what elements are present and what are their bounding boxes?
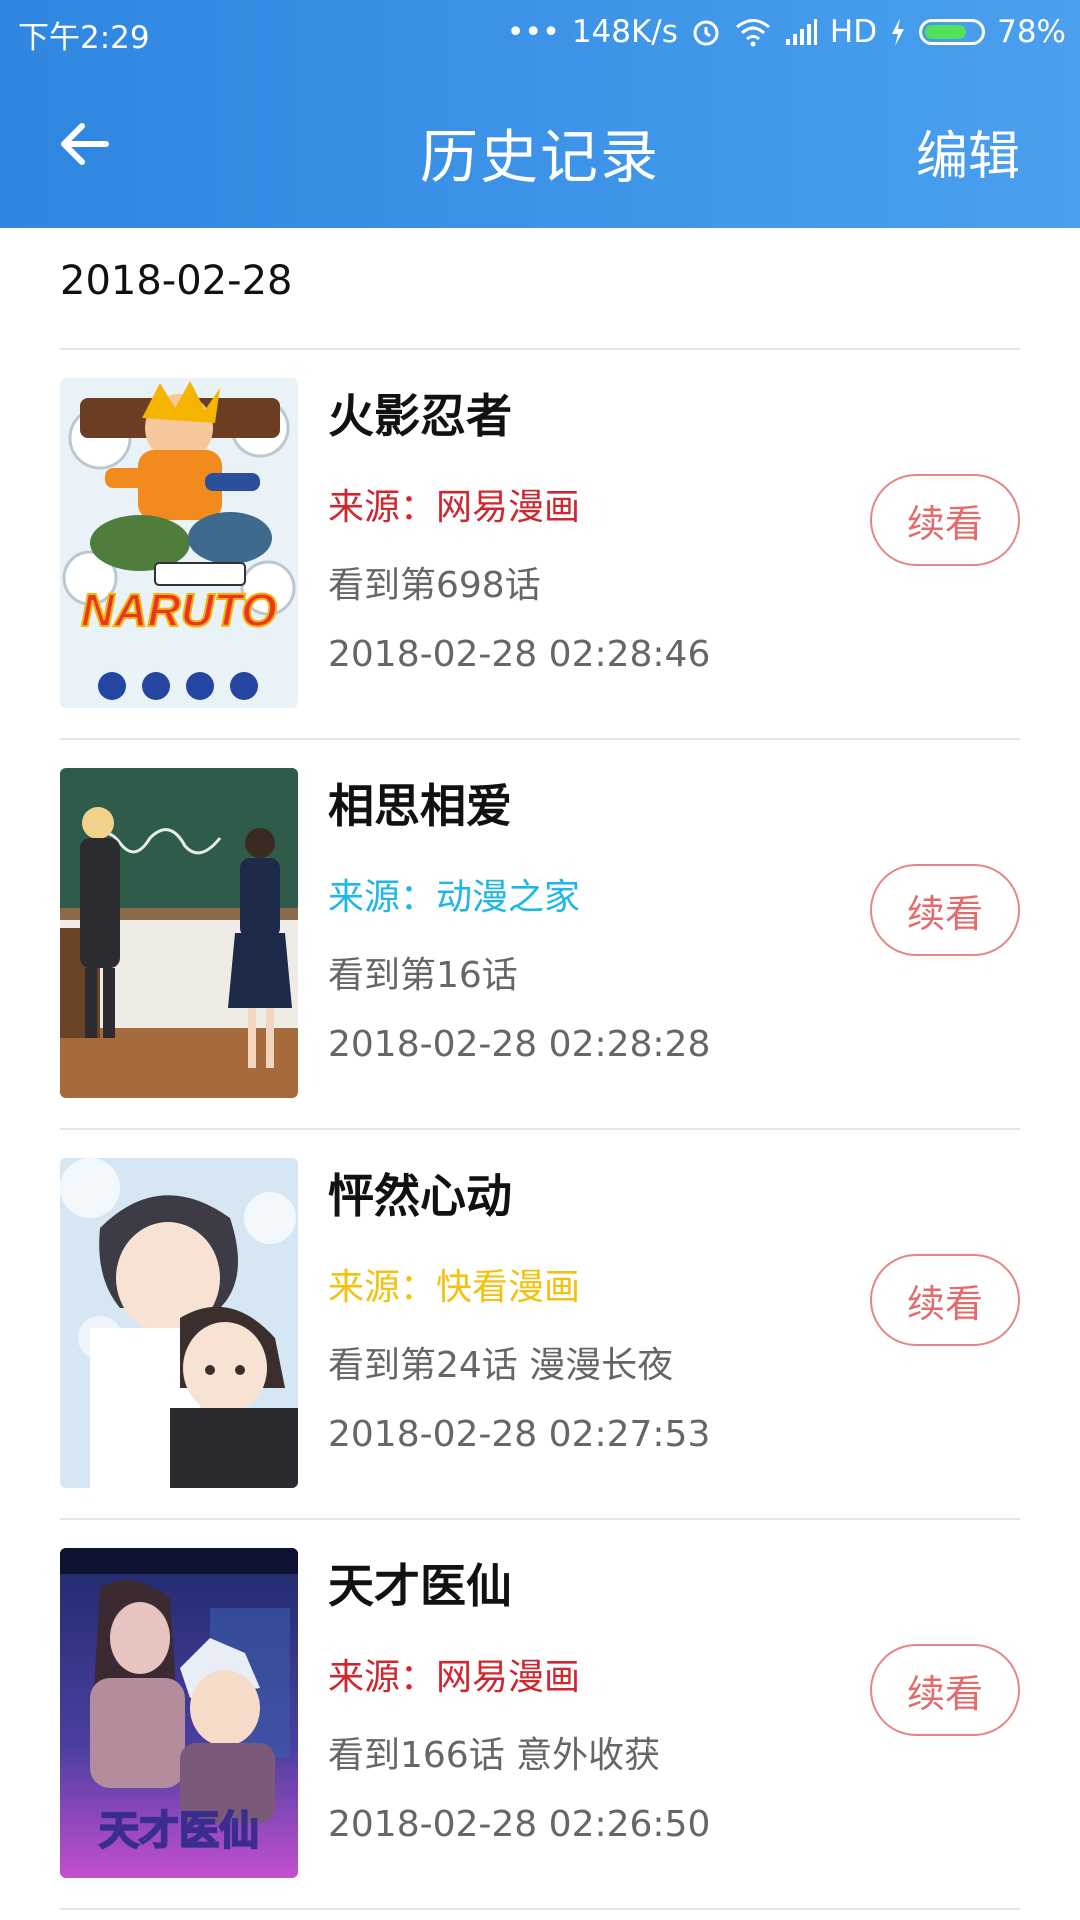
comic-source: 来源：快看漫画 (328, 1267, 581, 1308)
top-bar: 下午2:29 ••• 148K/s HD 78% 历史记录 编辑 (0, 0, 1080, 228)
continue-reading-button[interactable]: 续看 (870, 864, 1020, 956)
continue-reading-button[interactable]: 续看 (870, 1254, 1020, 1346)
cover-image (60, 768, 298, 1098)
comic-title: 天才医仙 (328, 1559, 512, 1613)
edit-button[interactable]: 编辑 (916, 114, 1020, 189)
charging-icon (892, 18, 905, 46)
alarm-icon (693, 20, 719, 46)
signal-icon (785, 19, 817, 45)
cover-title-text: NARUTO (81, 584, 277, 636)
read-time: 2018-02-28 02:27:53 (328, 1414, 711, 1455)
continue-reading-button[interactable]: 续看 (870, 474, 1020, 566)
continue-reading-button[interactable]: 续看 (870, 1644, 1020, 1736)
read-time: 2018-02-28 02:28:28 (328, 1024, 711, 1065)
battery-percent: 78% (997, 14, 1066, 50)
comic-source: 来源：动漫之家 (328, 877, 581, 918)
read-time: 2018-02-28 02:28:46 (328, 634, 711, 675)
battery-level (925, 25, 966, 39)
network-speed: 148K/s (571, 14, 678, 50)
status-bar: 下午2:29 ••• 148K/s HD 78% (0, 0, 1080, 64)
network-type: HD (829, 14, 878, 50)
read-progress: 看到第16话 (328, 955, 518, 996)
read-progress: 看到第24话 漫漫长夜 (328, 1345, 674, 1386)
comic-title: 相思相爱 (328, 779, 512, 833)
cover-title-text: 天才医仙 (99, 1808, 259, 1854)
divider (60, 1908, 1020, 1910)
cover-image: 天才医仙 (60, 1548, 298, 1878)
cover-image: NARUTO (60, 378, 298, 708)
more-dots: ••• (506, 14, 560, 50)
history-item[interactable]: 相思相爱 来源：动漫之家 看到第16话 2018-02-28 02:28:28 … (0, 740, 1080, 1130)
battery-icon (919, 19, 986, 45)
comic-source: 来源：网易漫画 (328, 1657, 581, 1698)
read-progress: 看到第698话 (328, 565, 541, 606)
read-time: 2018-02-28 02:26:50 (328, 1804, 711, 1845)
comic-source: 来源：网易漫画 (328, 487, 581, 528)
wifi-icon (735, 19, 770, 47)
status-indicators: ••• 148K/s HD 78% (507, 10, 1066, 54)
status-time: 下午2:29 (18, 20, 150, 56)
history-item[interactable]: 怦然心动 来源：快看漫画 看到第24话 漫漫长夜 2018-02-28 02:2… (0, 1130, 1080, 1520)
date-group-header: 2018-02-28 (60, 258, 293, 304)
comic-title: 火影忍者 (328, 389, 512, 443)
nav-bar: 历史记录 编辑 (0, 64, 1080, 228)
history-item[interactable]: NARUTO 火影忍者 来源：网易漫画 看到第698话 2018-02-28 0… (0, 350, 1080, 740)
comic-title: 怦然心动 (328, 1169, 512, 1223)
cover-image (60, 1158, 298, 1488)
history-item[interactable]: 天才医仙 天才医仙 来源：网易漫画 看到166话 意外收获 2018-02-28… (0, 1520, 1080, 1910)
read-progress: 看到166话 意外收获 (328, 1735, 661, 1776)
